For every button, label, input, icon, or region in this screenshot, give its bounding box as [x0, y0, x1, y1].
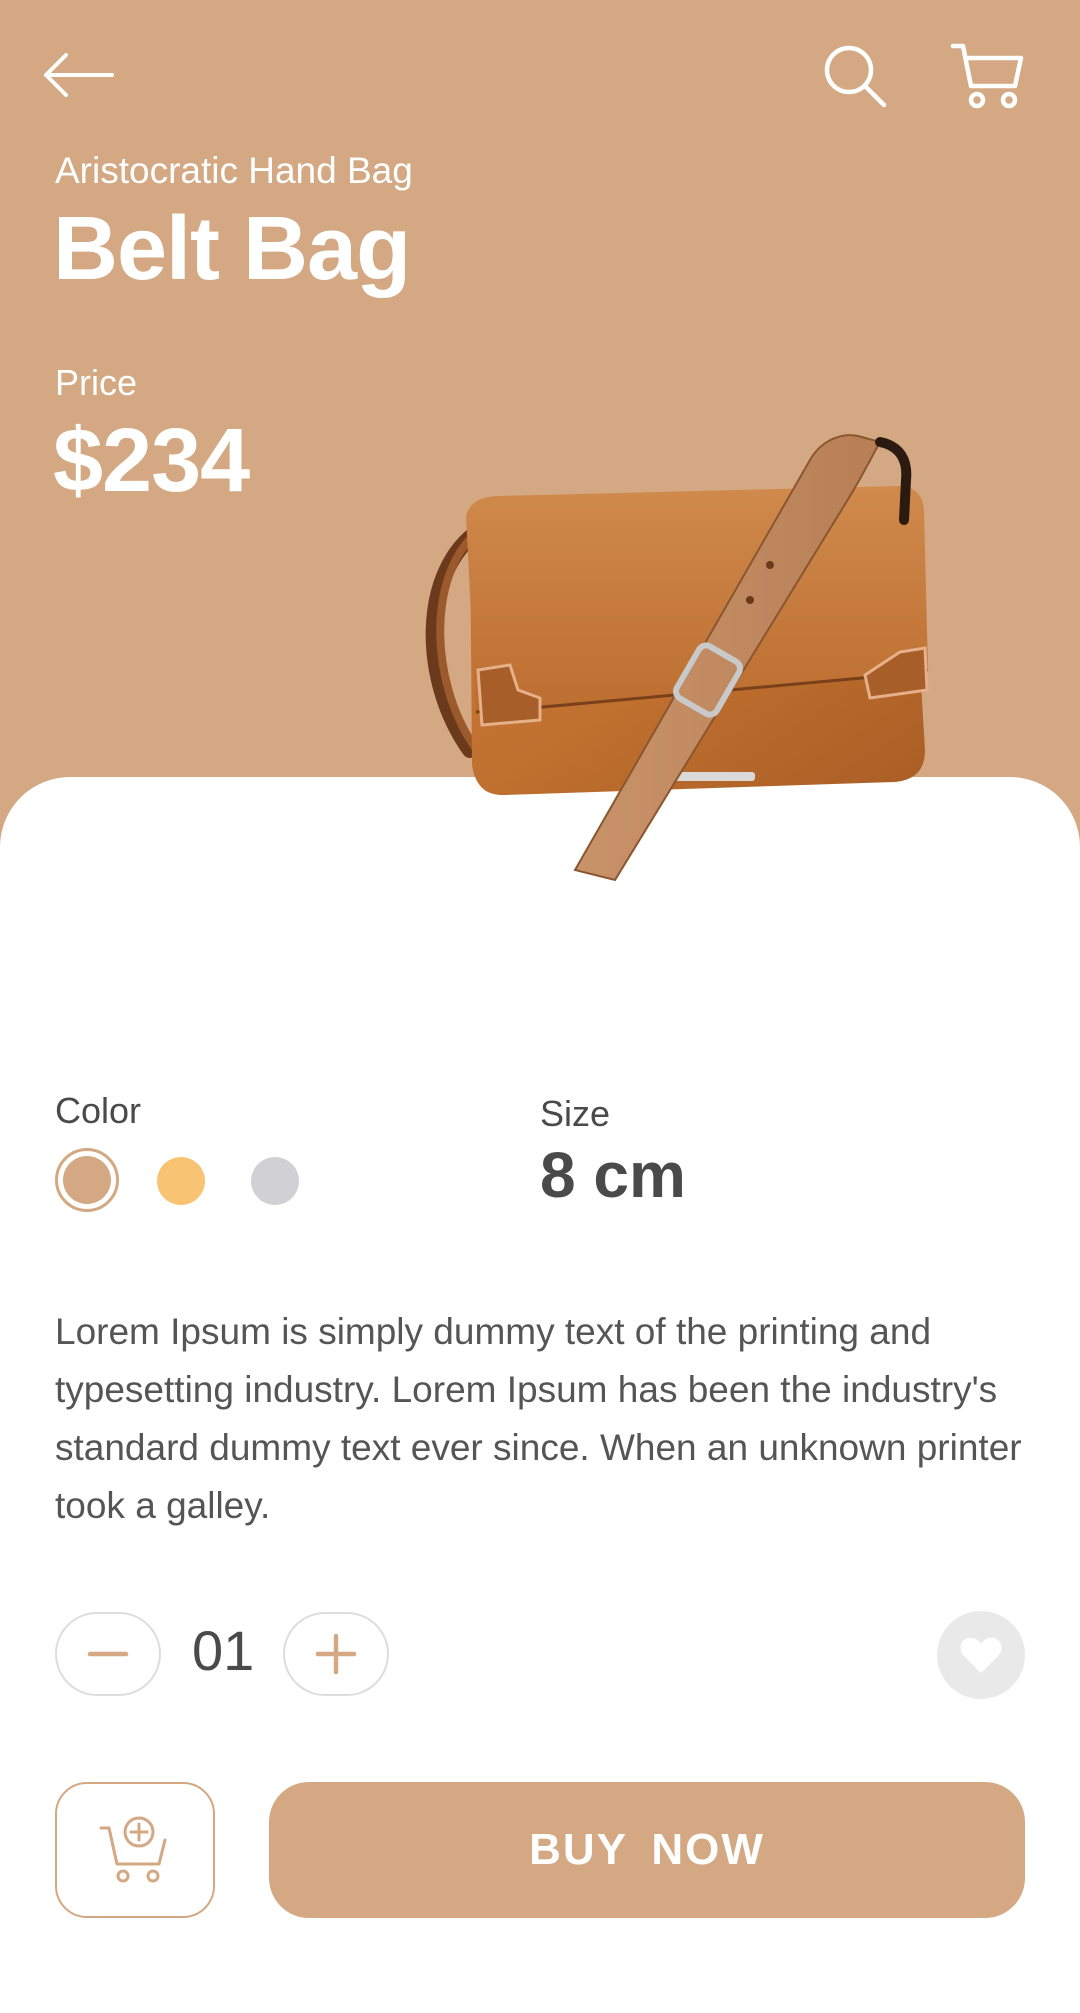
product-description: Lorem Ipsum is simply dummy text of the … [55, 1311, 1022, 1526]
size-label: Size [540, 1093, 611, 1134]
heart-icon [960, 1637, 1002, 1673]
favorite-button[interactable] [937, 1611, 1025, 1699]
product-price: $234 [53, 411, 250, 511]
color-swatch-gray[interactable] [251, 1157, 299, 1205]
minus-icon [87, 1651, 129, 1657]
decrease-quantity-button[interactable] [55, 1612, 161, 1696]
color-swatch-fill [63, 1156, 111, 1204]
color-swatch-tan-selected[interactable] [55, 1148, 119, 1212]
add-to-cart-button[interactable] [55, 1782, 215, 1918]
size-value: 8 cm [540, 1139, 686, 1211]
cart-plus-icon [99, 1816, 167, 1883]
search-button[interactable] [815, 36, 895, 116]
color-swatch-yellow[interactable] [157, 1157, 205, 1205]
buy-now-button[interactable]: BUY NOW [269, 1782, 1025, 1918]
product-image [425, 434, 929, 882]
price-label: Price [55, 362, 138, 403]
color-label: Color [55, 1090, 142, 1131]
cart-icon [950, 43, 1024, 109]
product-name: Belt Bag [53, 199, 411, 299]
quantity-value: 01 [192, 1619, 255, 1682]
cart-button[interactable] [945, 36, 1029, 116]
plus-icon [315, 1633, 357, 1675]
product-subtitle: Aristocratic Hand Bag [55, 150, 413, 191]
back-button[interactable] [36, 40, 120, 110]
arrow-left-icon [44, 53, 114, 97]
increase-quantity-button[interactable] [283, 1612, 389, 1696]
search-icon [824, 45, 887, 108]
